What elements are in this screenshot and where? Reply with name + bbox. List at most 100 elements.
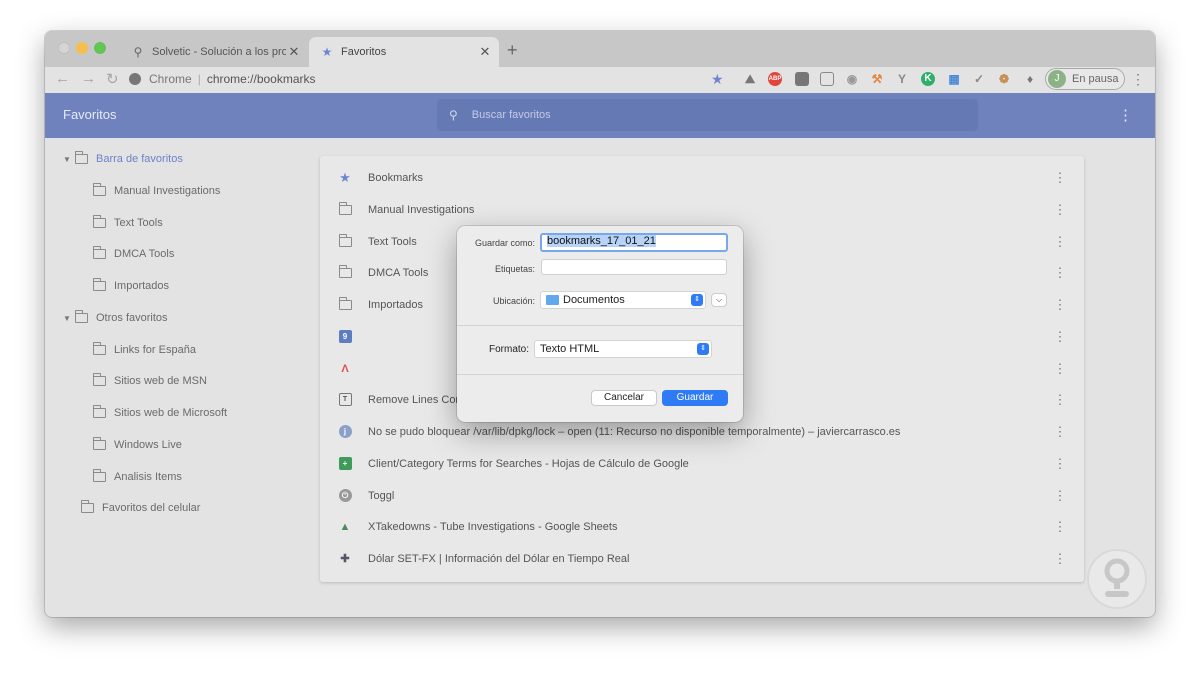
save-as-label: Guardar como: [474,238,535,248]
save-button[interactable]: Guardar [662,390,728,406]
more-menu-icon[interactable]: ⋮ [1050,170,1070,186]
chevron-down-icon[interactable]: ▼ [63,155,75,164]
close-icon[interactable]: ✕ [286,44,302,60]
avatar: J [1048,70,1066,88]
folder-icon [81,500,94,513]
stepper-icon: ⇕ [697,343,709,355]
expand-button[interactable]: ⌵ [711,293,727,307]
address-bar[interactable]: Chrome | chrome://bookmarks [129,68,729,90]
dollar-favicon: ✚ [340,553,350,565]
power-favicon: ⏻ [338,489,352,503]
more-menu-icon[interactable]: ⋮ [1050,297,1070,313]
more-menu-icon[interactable]: ⋮ [1050,265,1070,281]
forward-icon[interactable]: → [81,70,96,87]
more-menu-icon[interactable]: ⋮ [1050,551,1070,567]
extension-icon[interactable]: Y [895,72,909,86]
more-menu-icon[interactable]: ⋮ [1050,424,1070,440]
extension-icon[interactable]: ⛰ [743,72,757,86]
more-menu-icon[interactable]: ⋮ [1118,106,1133,124]
sidebar-item-links-for-espana[interactable]: Links for España [93,339,196,361]
sidebar-item-label: Favoritos del celular [102,502,201,514]
new-tab-button[interactable]: + [507,40,518,61]
list-item[interactable]: Manual Investigations ⋮ [320,194,1084,225]
save-dialog: Guardar como: bookmarks_17_01_21 Etiquet… [457,226,743,422]
folder-icon [338,264,352,280]
sidebar: ▼ Barra de favoritos Manual Investigatio… [45,138,315,617]
sidebar-item-analisis-items[interactable]: Analisis Items [93,466,182,488]
search-input[interactable]: ⚲ Buscar favoritos [437,99,978,131]
tab-solvetic[interactable]: ⚲ Solvetic - Solución a los problem ✕ [122,37,308,67]
address-site: Chrome [149,72,192,86]
more-menu-icon[interactable]: ⋮ [1050,456,1070,472]
more-menu-icon[interactable]: ⋮ [1050,202,1070,218]
cancel-button[interactable]: Cancelar [591,390,657,406]
location-select[interactable]: Documentos ⇕ [540,291,706,309]
more-menu-icon[interactable]: ⋮ [1050,234,1070,250]
more-menu-icon[interactable]: ⋮ [1050,392,1070,408]
save-as-value: bookmarks_17_01_21 [547,235,656,247]
profile-button[interactable]: J En pausa [1045,68,1125,90]
sidebar-item-windows-live[interactable]: Windows Live [93,434,182,456]
folder-icon [93,469,106,482]
more-menu-icon[interactable]: ⋮ [1050,488,1070,504]
sidebar-item-label: Analisis Items [114,471,182,483]
extension-icon[interactable]: ❁ [997,72,1011,86]
extension-icon[interactable]: ⚒ [870,72,884,86]
list-item[interactable]: + Client/Category Terms for Searches - H… [320,448,1084,479]
puzzle-icon[interactable]: ♦ [1023,72,1037,86]
sidebar-item-text-tools[interactable]: Text Tools [93,212,163,234]
list-item-label: Manual Investigations [368,203,475,216]
sidebar-item-label: Windows Live [114,439,182,451]
list-item[interactable]: ✚ Dólar SET-FX | Información del Dólar e… [320,543,1084,574]
format-value: Texto HTML [540,343,600,355]
more-menu-icon[interactable]: ⋮ [1050,361,1070,377]
extension-icon[interactable]: K [921,72,935,86]
sidebar-item-otros-favoritos[interactable]: ▼ Otros favoritos [63,307,168,329]
search-globe-icon: ⚲ [133,45,143,59]
minimize-window-button[interactable] [76,42,88,54]
tags-field[interactable] [541,259,727,275]
divider [457,374,743,375]
profile-status: En pausa [1072,73,1119,85]
sidebar-item-label: Barra de favoritos [96,153,183,165]
bookmark-star-icon[interactable]: ★ [711,71,724,88]
folder-icon [546,295,559,305]
folder-icon [93,278,106,291]
sidebar-item-label: Sitios web de Microsoft [114,407,228,419]
more-menu-icon[interactable]: ⋮ [1131,71,1145,88]
extension-icon[interactable] [820,72,834,86]
more-menu-icon[interactable]: ⋮ [1050,519,1070,535]
back-icon[interactable]: ← [55,70,70,87]
list-item-label: XTakedowns - Tube Investigations - Googl… [368,520,618,533]
extension-icon[interactable]: ✓ [972,72,986,86]
folder-icon [93,405,106,418]
folder-icon [75,151,88,164]
close-icon[interactable]: ✕ [477,44,493,60]
list-item[interactable]: ⏻ Toggl ⋮ [320,480,1084,511]
adblock-icon[interactable]: ABP [768,72,782,86]
sidebar-item-favoritos-del-celular[interactable]: Favoritos del celular [81,497,200,519]
list-item[interactable]: ★ Bookmarks ⋮ [320,162,1084,193]
format-select[interactable]: Texto HTML ⇕ [534,340,712,358]
extension-icon[interactable]: ▦ [947,72,961,86]
chevron-down-icon[interactable]: ▼ [63,314,75,323]
save-as-field[interactable]: bookmarks_17_01_21 [540,233,728,252]
reload-icon[interactable]: ↻ [106,70,119,88]
extension-icon[interactable]: ◉ [845,72,859,86]
list-item-label: Bookmarks [368,171,424,184]
sidebar-item-manual-investigations[interactable]: Manual Investigations [93,180,220,202]
sidebar-item-barra-de-favoritos[interactable]: ▼ Barra de favoritos [63,148,183,170]
calendar-favicon: 9 [338,330,352,344]
list-item-label: Client/Category Terms for Searches - Hoj… [368,457,689,470]
close-window-button[interactable] [58,42,70,54]
extension-icon[interactable] [795,72,809,86]
more-menu-icon[interactable]: ⋮ [1050,329,1070,345]
sidebar-item-sitios-web-msn[interactable]: Sitios web de MSN [93,370,207,392]
sidebar-item-importados[interactable]: Importados [93,275,169,297]
zoom-window-button[interactable] [94,42,106,54]
list-item[interactable]: ▲ XTakedowns - Tube Investigations - Goo… [320,511,1084,542]
tab-favoritos[interactable]: ★ Favoritos ✕ [309,37,499,67]
folder-icon [93,246,106,259]
sidebar-item-dmca-tools[interactable]: DMCA Tools [93,243,174,265]
sidebar-item-sitios-web-microsoft[interactable]: Sitios web de Microsoft [93,402,227,424]
